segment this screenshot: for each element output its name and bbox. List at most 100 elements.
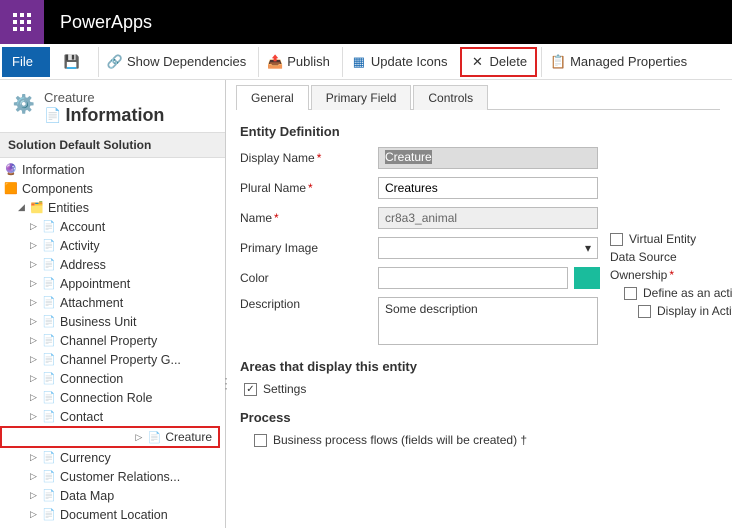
page-title-row: 📄 Information <box>44 105 164 126</box>
select-primary-image[interactable]: ▾ <box>378 237 598 259</box>
entity-label: Appointment <box>60 277 130 291</box>
chk-virtual-entity[interactable] <box>610 233 623 246</box>
tree-entity-address[interactable]: ▷📄Address <box>0 255 225 274</box>
tab-general[interactable]: General <box>236 85 309 110</box>
tree-components[interactable]: 🟧 Components <box>0 179 225 198</box>
entity-icon: 📄 <box>42 508 56 522</box>
solution-tree: 🔮 Information 🟧 Components ◢ 🗂️ Entities… <box>0 158 225 526</box>
entity-label: Channel Property <box>60 334 157 348</box>
entity-label: Connection <box>60 372 123 386</box>
chk-display-activities[interactable] <box>638 305 651 318</box>
save-button[interactable]: 💾 <box>54 47 94 77</box>
tree-entity-datamap[interactable]: ▷📄Data Map <box>0 486 225 505</box>
tree-entities[interactable]: ◢ 🗂️ Entities <box>0 198 225 217</box>
label-primary-image: Primary Image <box>240 241 378 255</box>
entity-icon: 📄 <box>42 239 56 253</box>
entity-label: Business Unit <box>60 315 136 329</box>
chevron-right-icon: ▷ <box>30 471 40 482</box>
entity-label: Attachment <box>60 296 123 310</box>
chevron-right-icon: ▷ <box>30 297 40 308</box>
label-display-name: Display Name <box>240 151 378 165</box>
delete-icon: ✕ <box>470 54 486 70</box>
entity-label: Activity <box>60 239 100 253</box>
chevron-right-icon: ▷ <box>30 452 40 463</box>
entity-label: Data Map <box>60 489 114 503</box>
tree-entity-account[interactable]: ▷📄 Account <box>0 217 225 236</box>
components-icon: 🟧 <box>4 182 18 196</box>
entity-icon: 📄 <box>42 220 56 234</box>
file-button[interactable]: File <box>2 47 50 77</box>
tree-entity-businessunit[interactable]: ▷📄Business Unit <box>0 312 225 331</box>
chevron-right-icon: ▷ <box>30 354 40 365</box>
entity-icon: 📄 <box>42 277 56 291</box>
tab-controls[interactable]: Controls <box>413 85 488 110</box>
chevron-right-icon: ▷ <box>30 392 40 403</box>
update-icons-button[interactable]: ▦ Update Icons <box>342 47 456 77</box>
tree-entity-creature[interactable]: ▷📄Creature <box>0 426 220 448</box>
form-icon: 📄 <box>44 107 61 124</box>
chevron-right-icon: ▷ <box>135 432 145 443</box>
tree-entity-documentlocation[interactable]: ▷📄Document Location <box>0 505 225 524</box>
entity-icon: 📄 <box>42 489 56 503</box>
entity-icon: ⚙️ <box>10 90 38 118</box>
tree-entity-connectionrole[interactable]: ▷📄 Connection Role <box>0 388 225 407</box>
tree-entity-channelproperty[interactable]: ▷📄Channel Property <box>0 331 225 350</box>
managed-properties-button[interactable]: 📋 Managed Properties <box>541 47 695 77</box>
entity-icon: 📄 <box>42 334 56 348</box>
section-areas: Areas that display this entity <box>240 359 732 374</box>
label-ownership: Ownership <box>610 268 674 282</box>
input-color[interactable] <box>378 267 568 289</box>
chevron-right-icon: ▷ <box>30 221 40 232</box>
entities-icon: 🗂️ <box>30 201 44 215</box>
color-swatch[interactable] <box>574 267 600 289</box>
info-icon: 🔮 <box>4 163 18 177</box>
detail-pane: General Primary Field Controls Entity De… <box>226 80 732 528</box>
splitter-handle[interactable]: ⋮ <box>219 375 233 392</box>
input-name <box>378 207 598 229</box>
page-title: Information <box>65 105 164 126</box>
delete-button[interactable]: ✕ Delete <box>460 47 538 77</box>
chevron-right-icon: ▷ <box>30 278 40 289</box>
publish-button[interactable]: 📤 Publish <box>258 47 338 77</box>
tab-primary-field[interactable]: Primary Field <box>311 85 412 110</box>
chk-define-activity[interactable] <box>624 287 637 300</box>
entity-label: Customer Relations... <box>60 470 180 484</box>
show-dependencies-button[interactable]: 🔗 Show Dependencies <box>98 47 254 77</box>
label-color: Color <box>240 271 378 285</box>
chevron-down-icon: ◢ <box>18 202 28 213</box>
tree-entity-attachment[interactable]: ▷📄Attachment <box>0 293 225 312</box>
left-pane: ⚙️ Creature 📄 Information Solution Defau… <box>0 80 226 528</box>
publish-icon: 📤 <box>267 54 283 70</box>
breadcrumb: Creature <box>44 90 164 105</box>
entity-label: Currency <box>60 451 111 465</box>
entity-icon: 📄 <box>42 372 56 386</box>
managed-label: Managed Properties <box>570 54 687 69</box>
entity-icon: 📄 <box>147 430 161 444</box>
entity-label: Connection Role <box>60 391 152 405</box>
tree-entity-currency[interactable]: ▷📄 Currency <box>0 448 225 467</box>
update-icons-label: Update Icons <box>371 54 448 69</box>
tree-entity-connection[interactable]: ▷📄Connection <box>0 369 225 388</box>
tree-entity-appointment[interactable]: ▷📄 Appointment <box>0 274 225 293</box>
tree-information[interactable]: 🔮 Information <box>0 160 225 179</box>
chk-bpf[interactable] <box>254 434 267 447</box>
input-plural-name[interactable] <box>378 177 598 199</box>
chk-area-settings[interactable] <box>244 383 257 396</box>
page-header: ⚙️ Creature 📄 Information <box>0 80 225 132</box>
input-description[interactable]: Some description <box>378 297 598 345</box>
section-entity-definition: Entity Definition <box>240 124 732 139</box>
entity-icon: 📄 <box>42 451 56 465</box>
entity-icon: 📄 <box>42 410 56 424</box>
tree-entity-activity[interactable]: ▷📄Activity <box>0 236 225 255</box>
dependencies-label: Show Dependencies <box>127 54 246 69</box>
chevron-right-icon: ▷ <box>30 509 40 520</box>
tree-entity-customerrelations[interactable]: ▷📄Customer Relations... <box>0 467 225 486</box>
tree-entity-contact[interactable]: ▷📄Contact <box>0 407 225 426</box>
input-display-name[interactable]: Creature <box>378 147 598 169</box>
waffle-menu[interactable] <box>0 0 44 44</box>
entity-icon: 📄 <box>42 391 56 405</box>
section-process: Process <box>240 410 732 425</box>
tree-entity-channelpropertyg[interactable]: ▷📄Channel Property G... <box>0 350 225 369</box>
solution-header: Solution Default Solution <box>0 132 225 158</box>
entity-label: Account <box>60 220 105 234</box>
